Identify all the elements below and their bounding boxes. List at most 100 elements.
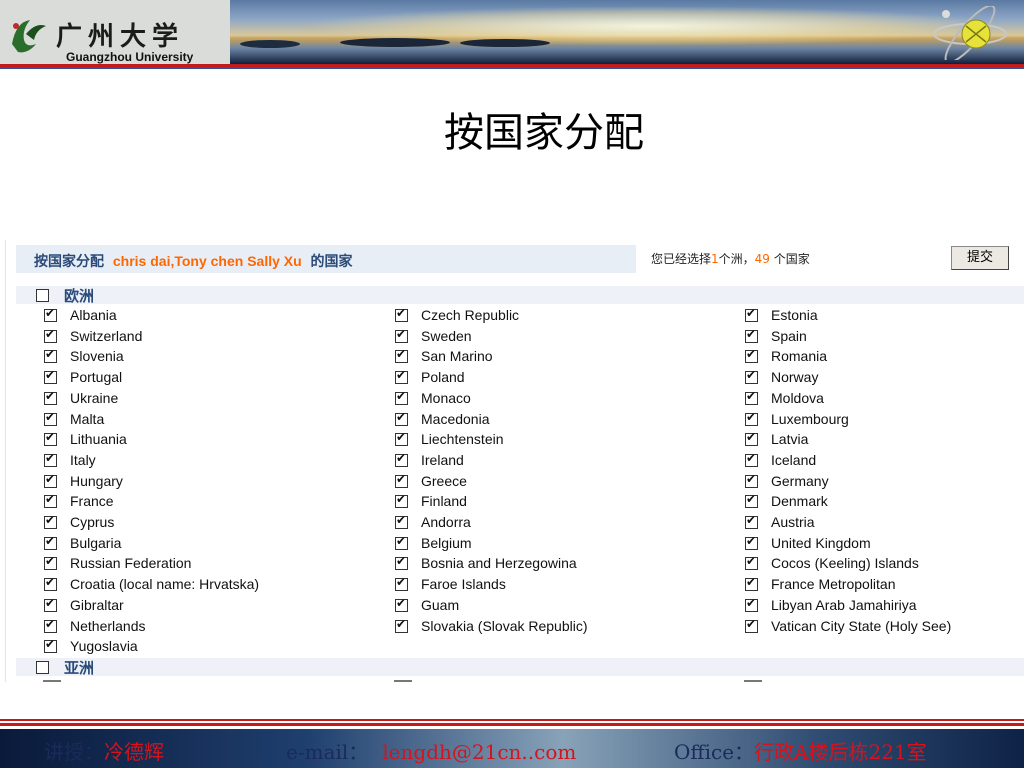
checkbox-checked-icon[interactable]	[44, 410, 57, 426]
status-prefix: 您已经选择	[651, 252, 712, 266]
panel-title: 按国家分配 chris dai,Tony chen Sally Xu 的国家	[34, 251, 353, 271]
checkbox-checked-icon[interactable]	[395, 410, 408, 426]
teacher-name: 冷德辉	[104, 740, 164, 764]
checkbox-checked-icon[interactable]	[745, 534, 758, 550]
checkbox-checked-icon[interactable]	[44, 575, 57, 592]
country-name: France Metropolitan	[771, 576, 896, 593]
checkbox-checked-icon[interactable]	[44, 472, 57, 488]
checkbox-checked-icon[interactable]	[44, 451, 57, 467]
country-name: Finland	[421, 493, 467, 510]
slide-title: 按国家分配	[444, 110, 644, 156]
checkbox-checked-icon[interactable]	[745, 596, 758, 612]
checkbox-unchecked-icon[interactable]	[36, 289, 49, 302]
checkbox-checked-icon[interactable]	[745, 575, 758, 592]
checkbox-checked-icon[interactable]	[44, 430, 57, 447]
checkbox-checked-icon[interactable]	[44, 596, 57, 612]
country-name: Estonia	[771, 307, 818, 323]
logo-english-name: Guangzhou University	[66, 50, 194, 64]
status-mid: 个洲，	[718, 252, 755, 266]
email-label: e-mail：	[286, 740, 369, 764]
country-name: Albania	[70, 307, 117, 323]
checkbox-checked-icon[interactable]	[44, 637, 57, 654]
checkbox-checked-icon[interactable]	[395, 347, 408, 364]
checkbox-checked-icon[interactable]	[745, 451, 758, 467]
country-name: Norway	[771, 369, 819, 386]
country-name: Ireland	[421, 451, 464, 468]
checkbox-checked-icon[interactable]	[395, 306, 408, 322]
checkbox-checked-icon[interactable]	[395, 451, 408, 467]
country-name: Faroe Islands	[421, 576, 506, 593]
checkbox-checked-icon[interactable]	[395, 430, 408, 447]
checkbox-checked-icon[interactable]	[745, 368, 758, 385]
checkbox-partial	[744, 680, 762, 682]
checkbox-partial	[43, 680, 61, 682]
checkbox-checked-icon[interactable]	[395, 534, 408, 550]
checkbox-checked-icon[interactable]	[745, 389, 758, 405]
checkbox-checked-icon[interactable]	[44, 327, 57, 343]
status-suffix: 个国家	[769, 252, 810, 266]
banner-island	[240, 40, 300, 48]
checkbox-checked-icon[interactable]	[745, 513, 758, 529]
checkbox-checked-icon[interactable]	[44, 534, 57, 550]
country-name: Latvia	[771, 431, 809, 448]
checkbox-checked-icon[interactable]	[395, 389, 408, 405]
header-banner: 广州大学 Guangzhou University	[0, 0, 1024, 69]
country-name: Macedonia	[421, 410, 490, 427]
checkbox-checked-icon[interactable]	[745, 410, 758, 426]
country-name: Italy	[70, 451, 96, 468]
checkbox-checked-icon[interactable]	[745, 430, 758, 447]
checkbox-checked-icon[interactable]	[395, 596, 408, 612]
country-name: Romania	[771, 348, 828, 365]
checkbox-checked-icon[interactable]	[44, 389, 57, 405]
checkbox-checked-icon[interactable]	[745, 327, 758, 343]
checkbox-checked-icon[interactable]	[745, 617, 758, 633]
checkbox-checked-icon[interactable]	[745, 306, 758, 322]
checkbox-checked-icon[interactable]	[44, 554, 57, 571]
checkbox-checked-icon[interactable]	[395, 472, 408, 488]
checkbox-checked-icon[interactable]	[745, 472, 758, 488]
country-name: Switzerland	[70, 327, 143, 344]
checkbox-checked-icon[interactable]	[44, 492, 57, 509]
continent-header-asia: 亚洲	[16, 658, 1024, 677]
continent-header-europe: 欧洲	[16, 286, 1024, 305]
footer-office: Office：行政A楼后栋221室	[674, 736, 927, 765]
banner-rule	[0, 67, 1024, 69]
country-name: Greece	[421, 472, 467, 489]
submit-button[interactable]: 提交	[951, 246, 1009, 270]
footer-email: e-mail： lengdh@21cn..com	[286, 736, 576, 765]
country-name: United Kingdom	[771, 534, 871, 551]
checkbox-checked-icon[interactable]	[395, 513, 408, 529]
logo-chinese-name: 广州大学	[56, 22, 185, 52]
checkbox-checked-icon[interactable]	[395, 368, 408, 385]
country-name: Yugoslavia	[70, 638, 138, 655]
checkbox-checked-icon[interactable]	[395, 575, 408, 592]
orbit-globe-icon	[933, 6, 1007, 60]
footer-teacher: 讲授：冷德辉	[44, 736, 164, 765]
country-name: Vatican City State (Holy See)	[771, 617, 952, 634]
checkbox-checked-icon[interactable]	[44, 513, 57, 529]
country-name: Libyan Arab Jamahiriya	[771, 596, 917, 613]
country-name: Netherlands	[70, 617, 146, 634]
checkbox-unchecked-icon[interactable]	[36, 661, 49, 674]
country-name: Czech Republic	[421, 307, 520, 323]
checkbox-checked-icon[interactable]	[44, 306, 57, 322]
country-count: 49	[754, 252, 770, 266]
checkbox-checked-icon[interactable]	[395, 492, 408, 509]
checkbox-checked-icon[interactable]	[395, 617, 408, 633]
checkbox-checked-icon[interactable]	[745, 492, 758, 509]
country-name: Guam	[421, 596, 460, 613]
checkbox-checked-icon[interactable]	[44, 347, 57, 364]
country-name: Belgium	[421, 534, 472, 551]
checkbox-checked-icon[interactable]	[395, 327, 408, 343]
continent-label: 欧洲	[64, 287, 95, 305]
checkbox-checked-icon[interactable]	[44, 617, 57, 633]
country-name: Iceland	[771, 451, 817, 468]
teacher-label: 讲授：	[44, 740, 104, 764]
email-value[interactable]: lengdh@21cn..com	[382, 740, 576, 764]
checkbox-checked-icon[interactable]	[395, 554, 408, 571]
country-name: Austria	[771, 514, 815, 530]
checkbox-checked-icon[interactable]	[44, 368, 57, 385]
university-logo: 广州大学 Guangzhou University	[0, 0, 230, 64]
checkbox-checked-icon[interactable]	[745, 347, 758, 364]
checkbox-checked-icon[interactable]	[745, 554, 758, 571]
